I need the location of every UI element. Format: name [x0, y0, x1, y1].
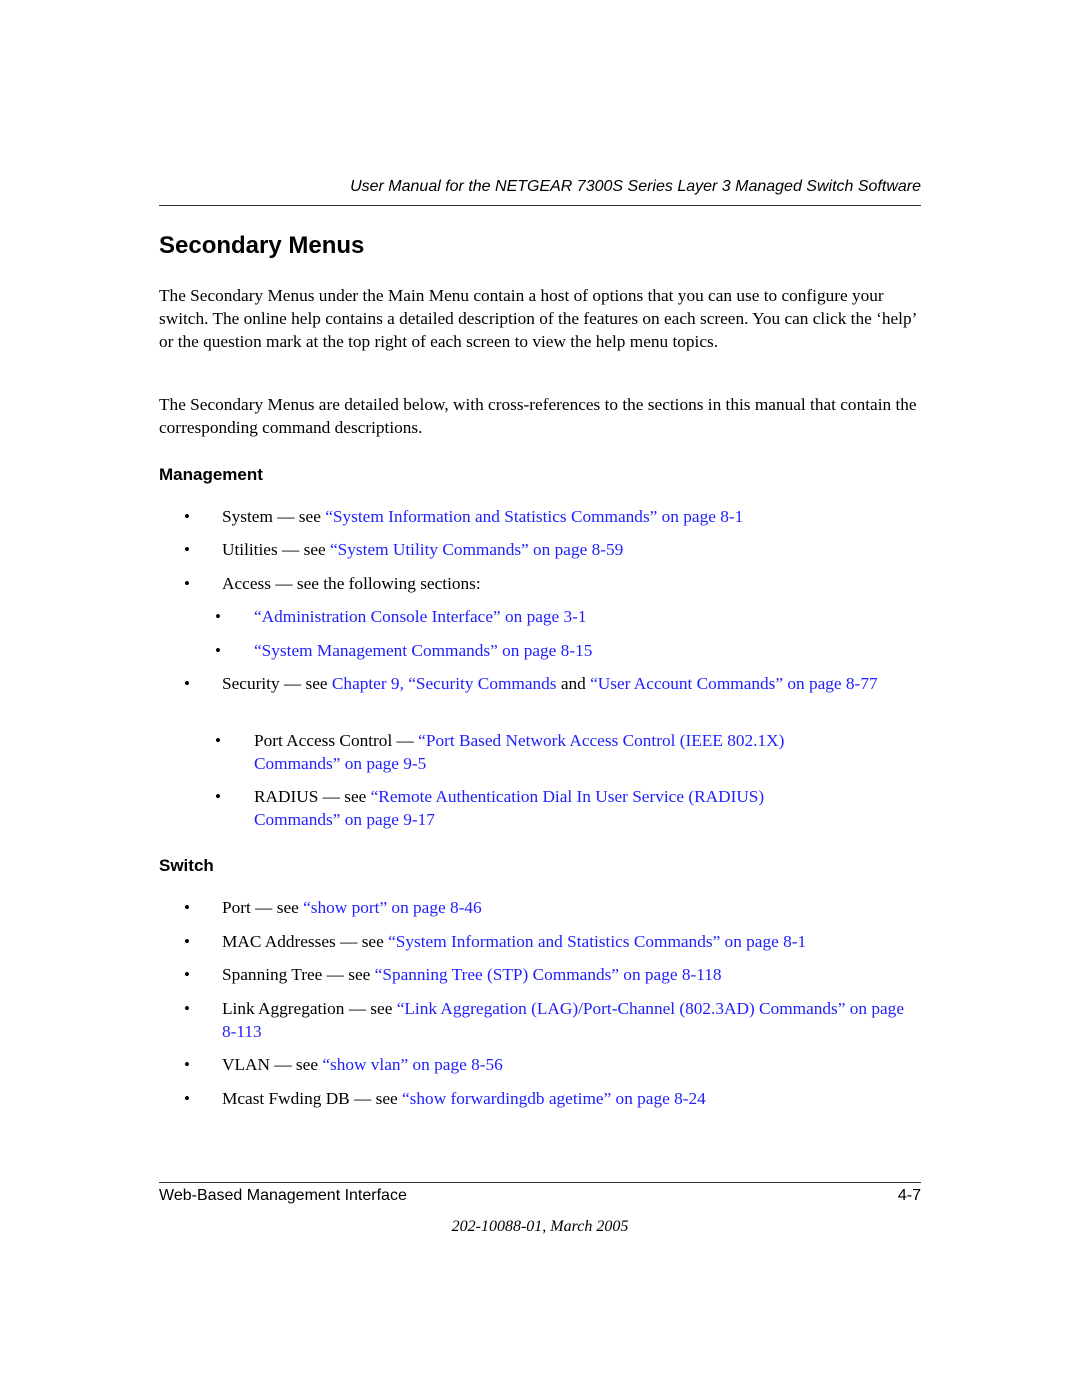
running-header: User Manual for the NETGEAR 7300S Series…: [350, 178, 921, 195]
xref-link-forwardingdb-agetime[interactable]: “show forwardingdb agetime” on page 8-24: [402, 1089, 706, 1108]
item-label: Access — see the following sections:: [222, 574, 481, 593]
bullet-icon: •: [215, 731, 221, 750]
bullet-icon: •: [184, 674, 190, 693]
bullet-icon: •: [184, 540, 190, 559]
list-item-admin-console: • “Administration Console Interface” on …: [215, 605, 904, 628]
list-item-port: • Port — see “show port” on page 8-46: [184, 896, 922, 919]
list-item-link-aggregation: • Link Aggregation — see “Link Aggregati…: [184, 997, 922, 1043]
bullet-icon: •: [215, 787, 221, 806]
xref-link-system-management[interactable]: “System Management Commands” on page 8-1…: [254, 641, 592, 660]
list-item-port-access-control: • Port Access Control — “Port Based Netw…: [215, 729, 864, 775]
footer-document-id: 202-10088-01, March 2005: [451, 1218, 629, 1235]
bullet-icon: •: [184, 1089, 190, 1108]
xref-link-show-vlan[interactable]: “show vlan” on page 8-56: [322, 1055, 502, 1074]
xref-link-security-chapter[interactable]: Chapter 9, “Security Commands: [332, 674, 557, 693]
item-label: RADIUS — see: [254, 787, 371, 806]
bullet-icon: •: [184, 574, 190, 593]
xref-link-user-account[interactable]: “User Account Commands” on page 8-77: [590, 674, 877, 693]
list-item-system-management: • “System Management Commands” on page 8…: [215, 639, 904, 662]
item-connector: and: [556, 674, 591, 693]
footer-divider: [159, 1182, 921, 1183]
list-item-security: • Security — see Chapter 9, “Security Co…: [184, 672, 882, 695]
list-item-utilities: • Utilities — see “System Utility Comman…: [184, 538, 922, 561]
xref-link-admin-console[interactable]: “Administration Console Interface” on pa…: [254, 607, 587, 626]
bullet-icon: •: [184, 1055, 190, 1074]
list-item-system: • System — see “System Information and S…: [184, 505, 922, 528]
header-divider: [159, 205, 921, 206]
item-label: VLAN — see: [222, 1055, 323, 1074]
switch-heading: Switch: [159, 856, 214, 875]
xref-link-show-port[interactable]: “show port” on page 8-46: [303, 898, 482, 917]
list-item-vlan: • VLAN — see “show vlan” on page 8-56: [184, 1053, 922, 1076]
item-label: Mcast Fwding DB — see: [222, 1089, 403, 1108]
bullet-icon: •: [215, 607, 221, 626]
list-item-mac-addresses: • MAC Addresses — see “System Informatio…: [184, 930, 922, 953]
item-label: Port — see: [222, 898, 304, 917]
xref-link-spanning-tree[interactable]: “Spanning Tree (STP) Commands” on page 8…: [375, 965, 722, 984]
list-item-access: • Access — see the following sections:: [184, 572, 922, 595]
intro-paragraph: The Secondary Menus under the Main Menu …: [159, 286, 917, 351]
bullet-icon: •: [184, 965, 190, 984]
item-label: System — see: [222, 507, 326, 526]
management-heading: Management: [159, 465, 263, 484]
list-item-spanning-tree: • Spanning Tree — see “Spanning Tree (ST…: [184, 963, 922, 986]
bullet-icon: •: [184, 898, 190, 917]
xref-link-system-info[interactable]: “System Information and Statistics Comma…: [325, 507, 743, 526]
manual-page: User Manual for the NETGEAR 7300S Series…: [159, 0, 921, 1397]
bullet-icon: •: [184, 507, 190, 526]
bullet-icon: •: [215, 641, 221, 660]
item-label: Port Access Control —: [254, 731, 419, 750]
xref-link-system-utility[interactable]: “System Utility Commands” on page 8-59: [330, 540, 623, 559]
item-label: Link Aggregation — see: [222, 999, 397, 1018]
item-label: Security — see: [222, 674, 332, 693]
xref-link-mac-system-info[interactable]: “System Information and Statistics Comma…: [388, 932, 806, 951]
item-label: Utilities — see: [222, 540, 330, 559]
list-item-radius: • RADIUS — see “Remote Authentication Di…: [215, 785, 844, 831]
cross-reference-paragraph: The Secondary Menus are detailed below, …: [159, 395, 917, 437]
footer-page-number: 4-7: [897, 1187, 921, 1204]
bullet-icon: •: [184, 999, 190, 1018]
footer-chapter-title: Web-Based Management Interface: [159, 1187, 407, 1204]
bullet-icon: •: [184, 932, 190, 951]
item-label: MAC Addresses — see: [222, 932, 389, 951]
section-title: Secondary Menus: [159, 232, 365, 259]
item-label: Spanning Tree — see: [222, 965, 375, 984]
list-item-mcast-fwding-db: • Mcast Fwding DB — see “show forwarding…: [184, 1087, 922, 1110]
